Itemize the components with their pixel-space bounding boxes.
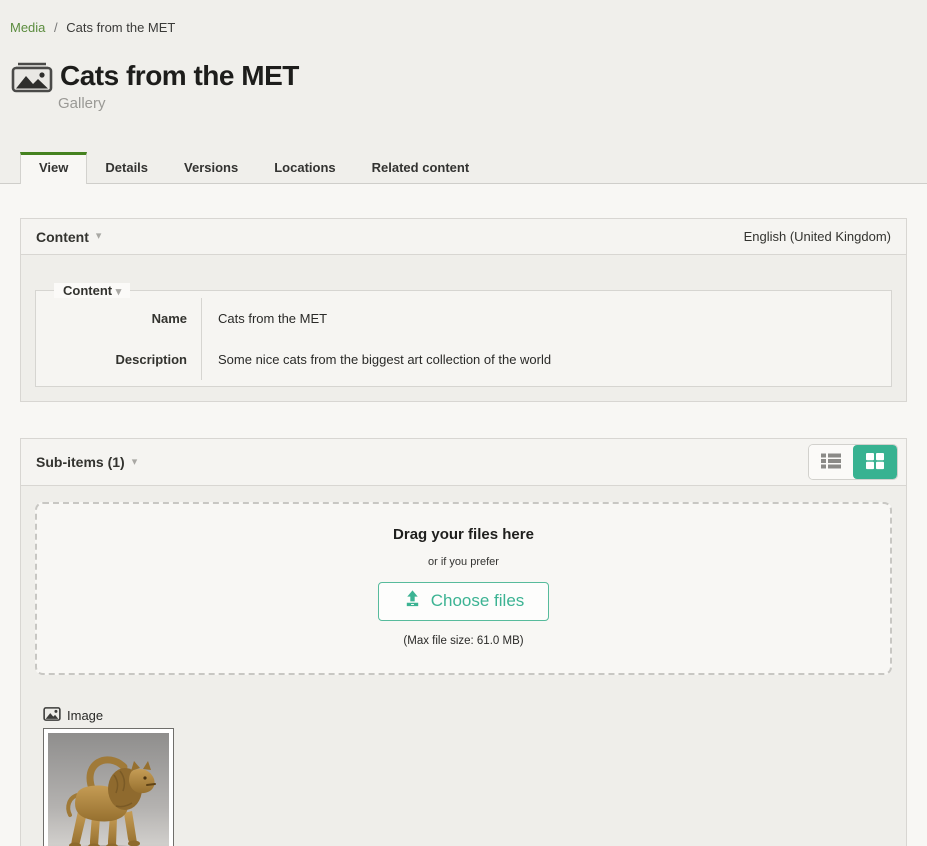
page-title-row: Cats from the MET [0, 59, 927, 93]
tab-related-content[interactable]: Related content [354, 152, 488, 183]
subitems-section-header: Sub-items (1) ▾ [21, 439, 906, 486]
view-mode-toggle [808, 444, 898, 480]
field-row-description: Description Some nice cats from the bigg… [36, 339, 891, 380]
content-section-header: Content ▾ English (United Kingdom) [21, 219, 906, 255]
subitem-thumbnail-card[interactable] [43, 728, 174, 846]
dropzone-heading: Drag your files here [37, 526, 890, 543]
subitems-section-title: Sub-items (1) [36, 454, 125, 470]
tab-locations[interactable]: Locations [256, 152, 353, 183]
choose-files-button[interactable]: Choose files [378, 582, 550, 621]
language-label: English (United Kingdom) [744, 229, 891, 244]
grid-view-icon [864, 452, 886, 473]
breadcrumb-link-media[interactable]: Media [10, 20, 45, 35]
file-dropzone[interactable]: Drag your files here or if you prefer Ch… [35, 502, 892, 675]
subitems-section: Sub-items (1) ▾ [20, 438, 907, 846]
field-label: Name [36, 298, 201, 339]
content-section-toggle[interactable]: Content ▾ [36, 229, 101, 245]
choose-files-label: Choose files [431, 591, 525, 611]
field-label: Description [36, 339, 201, 380]
subitems-section-body: Drag your files here or if you prefer Ch… [21, 486, 906, 846]
caret-down-icon: ▾ [116, 286, 122, 298]
subitem-type-label: Image [67, 708, 103, 723]
golden-lion-thumbnail [48, 733, 169, 846]
gallery-stack-icon [10, 59, 54, 93]
content-section: Content ▾ English (United Kingdom) Conte… [20, 218, 907, 402]
breadcrumb-current: Cats from the MET [66, 20, 175, 35]
caret-down-icon: ▾ [96, 231, 102, 242]
field-value: Some nice cats from the biggest art coll… [201, 339, 891, 380]
field-row-name: Name Cats from the MET [36, 298, 891, 339]
tab-bar: View Details Versions Locations Related … [0, 152, 927, 184]
page-title: Cats from the MET [60, 60, 299, 92]
list-view-icon [820, 452, 842, 473]
list-view-button[interactable] [809, 445, 853, 479]
image-icon [43, 707, 61, 724]
page-header: Media / Cats from the MET Cats from the … [0, 0, 927, 184]
dropzone-subheading: or if you prefer [37, 556, 890, 568]
tab-view[interactable]: View [20, 152, 87, 184]
content-type-label: Gallery [58, 95, 927, 112]
max-file-size-note: (Max file size: 61.0 MB) [37, 635, 890, 647]
caret-down-icon: ▾ [132, 457, 138, 468]
main-content: Content ▾ English (United Kingdom) Conte… [0, 184, 927, 846]
fieldset-legend-label: Content [63, 283, 112, 298]
content-section-body: Content ▾ Name Cats from the MET Descrip… [21, 255, 906, 401]
content-section-title: Content [36, 229, 89, 245]
breadcrumb-separator: / [54, 20, 58, 35]
breadcrumb: Media / Cats from the MET [0, 20, 927, 35]
tab-details[interactable]: Details [87, 152, 166, 183]
fieldset-legend-toggle[interactable]: Content ▾ [54, 283, 130, 298]
tab-versions[interactable]: Versions [166, 152, 256, 183]
upload-icon [403, 589, 422, 613]
subitem-type-label-row: Image [43, 707, 892, 724]
field-value: Cats from the MET [201, 298, 891, 339]
content-fieldset: Content ▾ Name Cats from the MET Descrip… [35, 283, 892, 387]
grid-view-button[interactable] [853, 445, 897, 479]
subitems-section-toggle[interactable]: Sub-items (1) ▾ [36, 454, 137, 470]
